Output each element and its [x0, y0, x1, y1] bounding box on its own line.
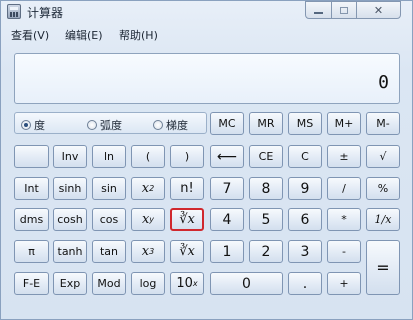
- blank-button[interactable]: [14, 145, 49, 168]
- tanh-button[interactable]: tanh: [53, 240, 87, 263]
- square-button[interactable]: x2: [131, 177, 165, 200]
- menu-edit[interactable]: 编辑(E): [65, 27, 103, 43]
- divide-button[interactable]: /: [327, 177, 361, 200]
- ln-button[interactable]: ln: [92, 145, 126, 168]
- radio-gradians-label: 梯度: [166, 119, 188, 132]
- digit-8-button[interactable]: 8: [249, 177, 283, 200]
- close-icon: ✕: [373, 3, 384, 17]
- negate-button[interactable]: ±: [327, 145, 361, 168]
- close-button[interactable]: ✕: [356, 1, 401, 19]
- clear-button[interactable]: C: [288, 145, 322, 168]
- menu-view[interactable]: 查看(V): [11, 27, 49, 43]
- backspace-button[interactable]: ⟵: [210, 145, 244, 168]
- title-bar: 计算器 ✕: [1, 1, 412, 23]
- sin-button[interactable]: sin: [92, 177, 126, 200]
- cube-root-button[interactable]: ∛x: [170, 240, 204, 263]
- dms-button[interactable]: dms: [14, 208, 49, 231]
- digit-9-button[interactable]: 9: [288, 177, 322, 200]
- memory-store-button[interactable]: MS: [288, 112, 322, 135]
- ten-power-exponent: x: [192, 279, 198, 288]
- sinh-button[interactable]: sinh: [53, 177, 87, 200]
- y-root-button[interactable]: ∛x: [170, 208, 204, 231]
- power-button[interactable]: xy: [131, 208, 165, 231]
- radio-radians[interactable]: 弧度: [87, 117, 122, 133]
- add-button[interactable]: +: [327, 272, 361, 295]
- digit-3-button[interactable]: 3: [288, 240, 322, 263]
- digit-0-button[interactable]: 0: [210, 272, 283, 295]
- minimize-button[interactable]: [305, 1, 332, 19]
- memory-subtract-button[interactable]: M-: [366, 112, 400, 135]
- mod-button[interactable]: Mod: [92, 272, 126, 295]
- digit-1-button[interactable]: 1: [210, 240, 244, 263]
- ten-power-button[interactable]: 10 x: [170, 272, 204, 295]
- left-paren-button[interactable]: (: [131, 145, 165, 168]
- cube-exponent: 3: [149, 247, 155, 256]
- radio-radians-label: 弧度: [100, 119, 122, 132]
- cosh-button[interactable]: cosh: [53, 208, 87, 231]
- result-display: 0: [14, 53, 400, 104]
- cube-button[interactable]: x3: [131, 240, 165, 263]
- multiply-button[interactable]: *: [327, 208, 361, 231]
- radio-gradians[interactable]: 梯度: [153, 117, 188, 133]
- inverse-button[interactable]: Inv: [53, 145, 87, 168]
- y-root-label: ∛x: [179, 212, 195, 227]
- backspace-icon: ⟵: [216, 148, 238, 165]
- fe-button[interactable]: F-E: [14, 272, 49, 295]
- power-exponent: y: [149, 215, 155, 224]
- radio-degrees-label: 度: [34, 119, 45, 132]
- memory-recall-button[interactable]: MR: [249, 112, 283, 135]
- radio-selected-icon: [21, 120, 31, 130]
- ten-power-base: 10: [176, 276, 193, 291]
- digit-4-button[interactable]: 4: [210, 208, 244, 231]
- calculator-icon: [7, 4, 21, 19]
- menu-bar: 查看(V) 编辑(E) 帮助(H): [2, 25, 411, 45]
- log-button[interactable]: log: [131, 272, 165, 295]
- sqrt-button[interactable]: √: [366, 145, 400, 168]
- digit-5-button[interactable]: 5: [249, 208, 283, 231]
- memory-clear-button[interactable]: MC: [210, 112, 244, 135]
- subtract-button[interactable]: -: [327, 240, 361, 263]
- cube-root-label: ∛x: [179, 244, 195, 259]
- percent-button[interactable]: %: [366, 177, 400, 200]
- decimal-button[interactable]: .: [288, 272, 322, 295]
- window-title: 计算器: [27, 6, 64, 20]
- display-value: 0: [378, 72, 389, 93]
- pi-button[interactable]: π: [14, 240, 49, 263]
- radio-unselected-icon: [87, 120, 97, 130]
- clear-entry-button[interactable]: CE: [249, 145, 283, 168]
- digit-2-button[interactable]: 2: [249, 240, 283, 263]
- int-button[interactable]: Int: [14, 177, 49, 200]
- tan-button[interactable]: tan: [92, 240, 126, 263]
- radio-degrees[interactable]: 度: [21, 117, 45, 133]
- cube-base: x: [141, 244, 150, 259]
- reciprocal-label: 1/x: [374, 213, 392, 226]
- factorial-button[interactable]: n!: [170, 177, 204, 200]
- digit-6-button[interactable]: 6: [288, 208, 322, 231]
- cos-button[interactable]: cos: [92, 208, 126, 231]
- radio-unselected-icon: [153, 120, 163, 130]
- square-base: x: [141, 181, 150, 196]
- angle-mode-group: 度 弧度 梯度: [14, 112, 207, 134]
- digit-7-button[interactable]: 7: [210, 177, 244, 200]
- memory-add-button[interactable]: M+: [327, 112, 361, 135]
- maximize-icon: [340, 6, 348, 14]
- exp-button[interactable]: Exp: [53, 272, 87, 295]
- calculator-window: 计算器 ✕ 查看(V) 编辑(E) 帮助(H) 0 度 弧度 梯度 MC MR …: [0, 0, 413, 320]
- maximize-button[interactable]: [331, 1, 357, 19]
- minimize-icon: [314, 12, 323, 14]
- reciprocal-button[interactable]: 1/x: [366, 208, 400, 231]
- equals-button[interactable]: =: [366, 240, 400, 295]
- menu-help[interactable]: 帮助(H): [119, 27, 158, 43]
- square-exponent: 2: [149, 184, 155, 193]
- right-paren-button[interactable]: ): [170, 145, 204, 168]
